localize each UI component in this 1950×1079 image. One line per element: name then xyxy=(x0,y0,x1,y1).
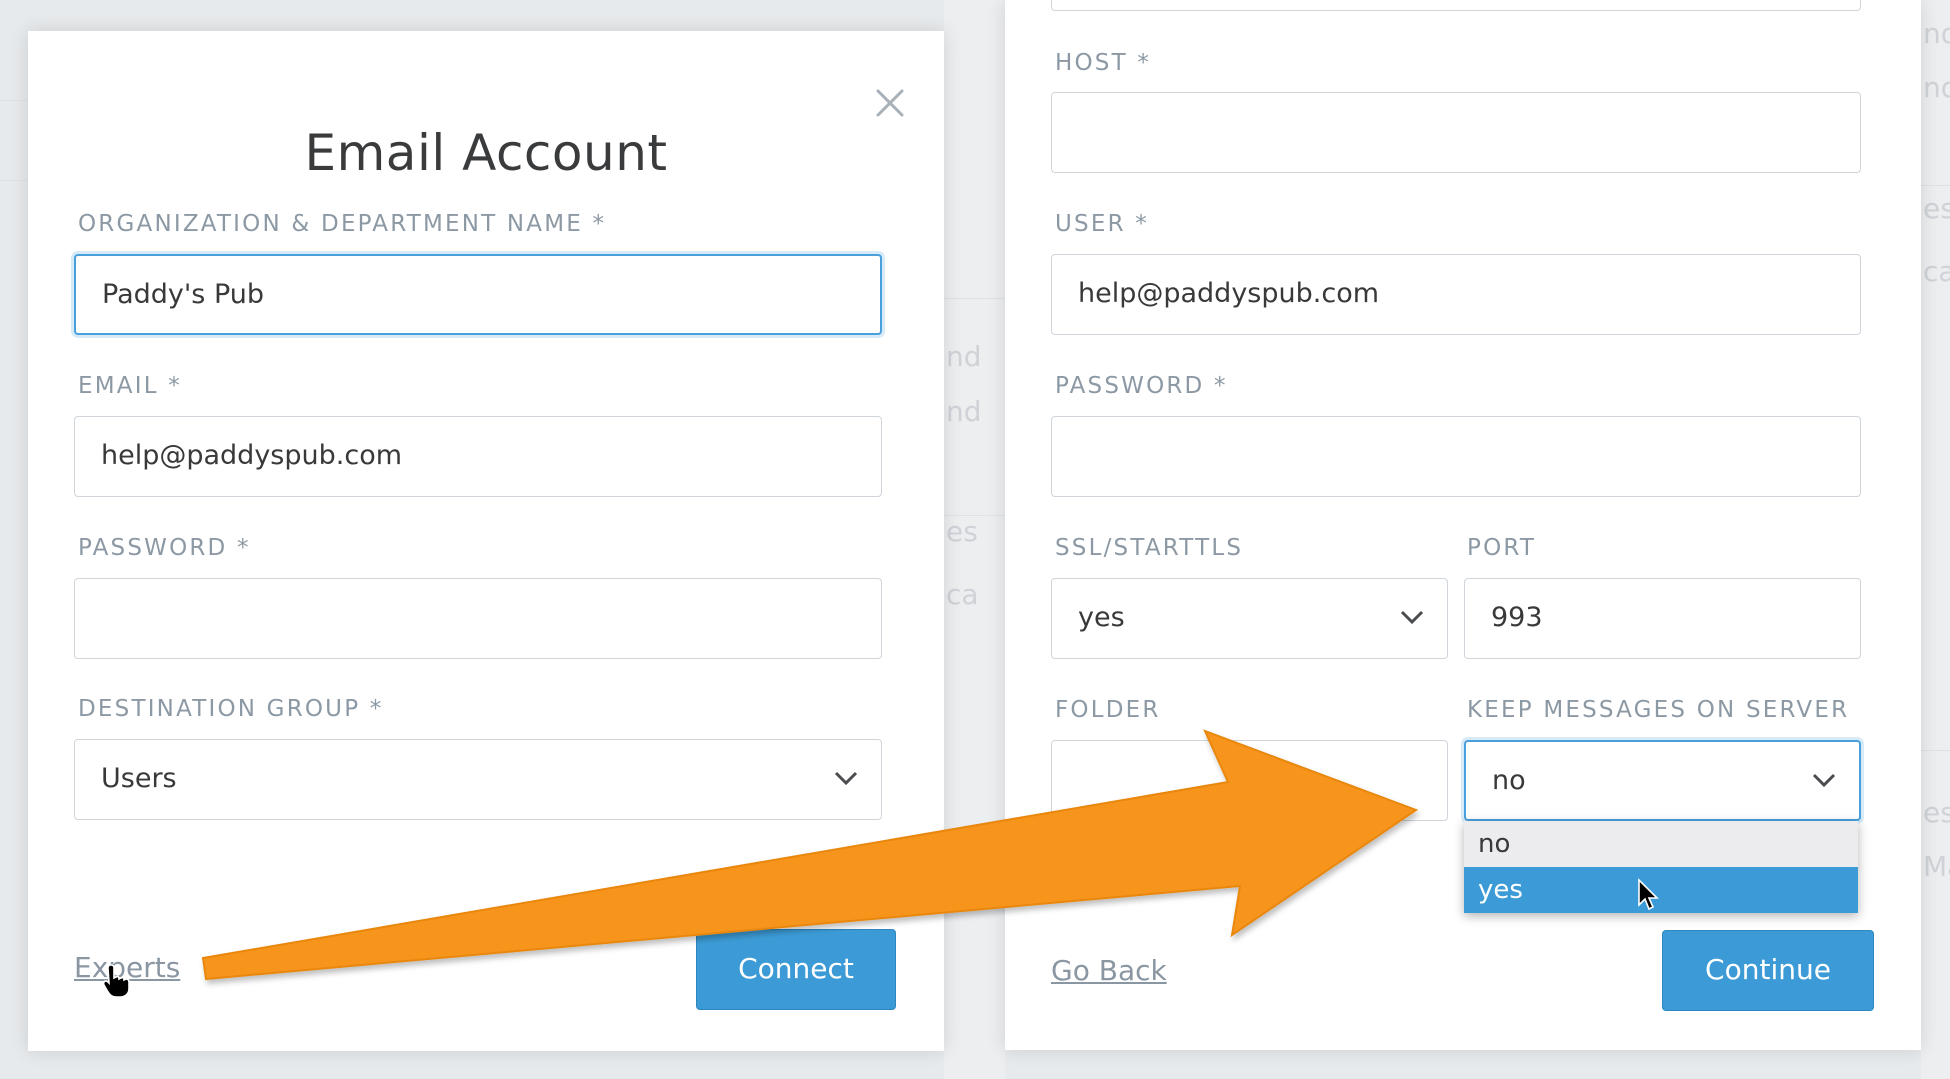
organization-label: ORGANIZATION & DEPARTMENT NAME * xyxy=(78,211,607,237)
folder-input[interactable] xyxy=(1051,740,1448,821)
password-label: PASSWORD * xyxy=(1055,373,1228,399)
ssl-value: yes xyxy=(1078,602,1125,633)
host-input[interactable] xyxy=(1051,92,1861,173)
destination-group-select[interactable]: Users xyxy=(74,739,882,820)
close-icon xyxy=(876,89,904,117)
divider xyxy=(0,180,28,181)
background-text: ca xyxy=(946,578,979,611)
background-text: nd xyxy=(946,340,982,373)
destination-group-value: Users xyxy=(101,763,177,794)
port-input[interactable]: 993 xyxy=(1464,578,1861,659)
password-label: PASSWORD * xyxy=(78,535,251,561)
destination-group-label: DESTINATION GROUP * xyxy=(78,696,384,722)
background-text: nd xyxy=(1923,71,1950,104)
dropdown-option-yes[interactable]: yes xyxy=(1464,867,1858,913)
keep-messages-value: no xyxy=(1492,765,1526,796)
background-text: es xyxy=(1923,796,1950,829)
divider xyxy=(944,298,1005,299)
chevron-down-icon xyxy=(1400,610,1424,625)
keep-messages-dropdown: no yes xyxy=(1464,821,1858,913)
user-input[interactable]: help@paddyspub.com xyxy=(1051,254,1861,335)
background-text: nd xyxy=(1923,17,1950,50)
hand-cursor-icon xyxy=(102,964,130,998)
host-label: HOST * xyxy=(1055,50,1152,76)
folder-label: FOLDER xyxy=(1055,697,1161,723)
background-text: es xyxy=(1923,192,1950,225)
dropdown-option-no[interactable]: no xyxy=(1464,821,1858,867)
go-back-link[interactable]: Go Back xyxy=(1051,954,1167,987)
continue-button[interactable]: Continue xyxy=(1662,930,1874,1011)
background-text: es xyxy=(946,515,978,548)
email-input[interactable]: help@paddyspub.com xyxy=(74,416,882,497)
background-text: ca xyxy=(1923,255,1950,288)
pointer-cursor-icon xyxy=(1638,878,1659,911)
background-text: Ma xyxy=(1923,850,1950,883)
email-account-dialog: Email Account ORGANIZATION & DEPARTMENT … xyxy=(28,31,944,1051)
close-button[interactable] xyxy=(866,79,914,127)
background-text: nd xyxy=(946,395,982,428)
password-input[interactable] xyxy=(74,578,882,659)
organization-input[interactable]: Paddy's Pub xyxy=(74,254,882,335)
user-label: USER * xyxy=(1055,211,1149,237)
password-input[interactable] xyxy=(1051,416,1861,497)
dialog-title: Email Account xyxy=(304,124,668,182)
port-label: PORT xyxy=(1467,535,1537,561)
ssl-label: SSL/STARTTLS xyxy=(1055,535,1244,561)
ssl-select[interactable]: yes xyxy=(1051,578,1448,659)
email-label: EMAIL * xyxy=(78,373,182,399)
top-input[interactable] xyxy=(1051,0,1861,11)
chevron-down-icon xyxy=(834,771,858,786)
divider xyxy=(1921,750,1950,751)
keep-messages-label: KEEP MESSAGES ON SERVER xyxy=(1467,697,1850,723)
connect-button[interactable]: Connect xyxy=(696,929,896,1010)
background-panel xyxy=(1921,0,1950,1079)
divider xyxy=(0,100,28,101)
keep-messages-select[interactable]: no xyxy=(1464,740,1861,821)
chevron-down-icon xyxy=(1812,773,1836,788)
divider xyxy=(1921,185,1950,186)
